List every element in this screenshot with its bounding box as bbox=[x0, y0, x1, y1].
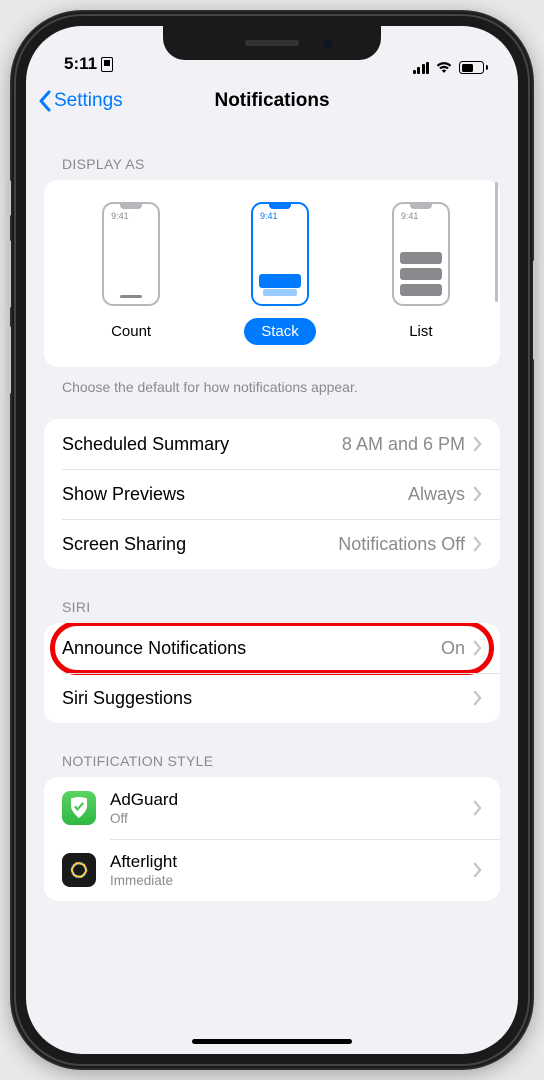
row-value: Always bbox=[408, 484, 465, 505]
row-label: Siri Suggestions bbox=[62, 688, 192, 709]
row-label: Announce Notifications bbox=[62, 638, 246, 659]
row-siri-suggestions[interactable]: Siri Suggestions bbox=[44, 673, 500, 723]
home-indicator[interactable] bbox=[192, 1039, 352, 1044]
preview-phone-stack: 9:41 bbox=[251, 202, 309, 306]
display-option-list[interactable]: 9:41 List bbox=[392, 202, 450, 345]
chevron-left-icon bbox=[38, 90, 52, 112]
mute-switch bbox=[6, 180, 11, 216]
preview-phone-list: 9:41 bbox=[392, 202, 450, 306]
row-scheduled-summary[interactable]: Scheduled Summary 8 AM and 6 PM bbox=[44, 419, 500, 469]
display-as-footer: Choose the default for how notifications… bbox=[44, 367, 500, 395]
chevron-right-icon bbox=[473, 800, 482, 816]
siri-card: Announce Notifications On Siri Suggestio… bbox=[44, 623, 500, 723]
chevron-right-icon bbox=[473, 640, 482, 656]
chevron-right-icon bbox=[473, 536, 482, 552]
status-time: 5:11 bbox=[64, 54, 97, 74]
section-header-siri: SIRI bbox=[44, 569, 500, 623]
cellular-icon bbox=[413, 62, 430, 74]
display-option-stack[interactable]: 9:41 Stack bbox=[244, 202, 316, 345]
app-sub: Immediate bbox=[110, 873, 459, 888]
display-option-count[interactable]: 9:41 Count bbox=[94, 202, 168, 345]
page-title: Notifications bbox=[214, 90, 329, 112]
screen: 5:11 Settings Notificati bbox=[26, 26, 518, 1054]
app-icon-adguard bbox=[62, 791, 96, 825]
row-value: Notifications Off bbox=[338, 534, 465, 555]
display-as-card: 9:41 Count 9:41 Stack bbox=[44, 180, 500, 367]
option-label-stack: Stack bbox=[244, 318, 316, 345]
back-button[interactable]: Settings bbox=[38, 90, 123, 112]
wifi-icon bbox=[435, 61, 453, 74]
battery-icon bbox=[459, 61, 488, 74]
power-button bbox=[533, 260, 538, 360]
volume-down bbox=[6, 326, 11, 394]
back-label: Settings bbox=[54, 90, 123, 112]
row-label: Show Previews bbox=[62, 484, 185, 505]
chevron-right-icon bbox=[473, 486, 482, 502]
content-scroll[interactable]: DISPLAY AS 9:41 Count 9:41 bbox=[26, 126, 518, 1054]
row-screen-sharing[interactable]: Screen Sharing Notifications Off bbox=[44, 519, 500, 569]
option-label-count: Count bbox=[94, 318, 168, 345]
row-announce-notifications[interactable]: Announce Notifications On bbox=[44, 623, 500, 673]
row-label: Scheduled Summary bbox=[62, 434, 229, 455]
app-row-afterlight[interactable]: Afterlight Immediate bbox=[44, 839, 500, 901]
notch bbox=[163, 26, 381, 60]
notification-style-card: AdGuard Off Afterlight bbox=[44, 777, 500, 901]
row-value: On bbox=[441, 638, 465, 659]
app-icon-afterlight bbox=[62, 853, 96, 887]
device-frame: 5:11 Settings Notificati bbox=[10, 10, 534, 1070]
section-header-display-as: DISPLAY AS bbox=[44, 126, 500, 180]
app-sub: Off bbox=[110, 811, 459, 826]
volume-up bbox=[6, 240, 11, 308]
app-name: Afterlight bbox=[110, 852, 459, 872]
sim-icon bbox=[101, 57, 113, 72]
general-settings-card: Scheduled Summary 8 AM and 6 PM Show Pre… bbox=[44, 419, 500, 569]
section-header-notification-style: NOTIFICATION STYLE bbox=[44, 723, 500, 777]
row-label: Screen Sharing bbox=[62, 534, 186, 555]
preview-phone-count: 9:41 bbox=[102, 202, 160, 306]
option-label-list: List bbox=[392, 318, 449, 345]
chevron-right-icon bbox=[473, 436, 482, 452]
row-value: 8 AM and 6 PM bbox=[342, 434, 465, 455]
row-show-previews[interactable]: Show Previews Always bbox=[44, 469, 500, 519]
chevron-right-icon bbox=[473, 690, 482, 706]
app-name: AdGuard bbox=[110, 790, 459, 810]
app-row-adguard[interactable]: AdGuard Off bbox=[44, 777, 500, 839]
chevron-right-icon bbox=[473, 862, 482, 878]
scroll-indicator[interactable] bbox=[495, 182, 498, 302]
nav-bar: Settings Notifications bbox=[26, 76, 518, 126]
